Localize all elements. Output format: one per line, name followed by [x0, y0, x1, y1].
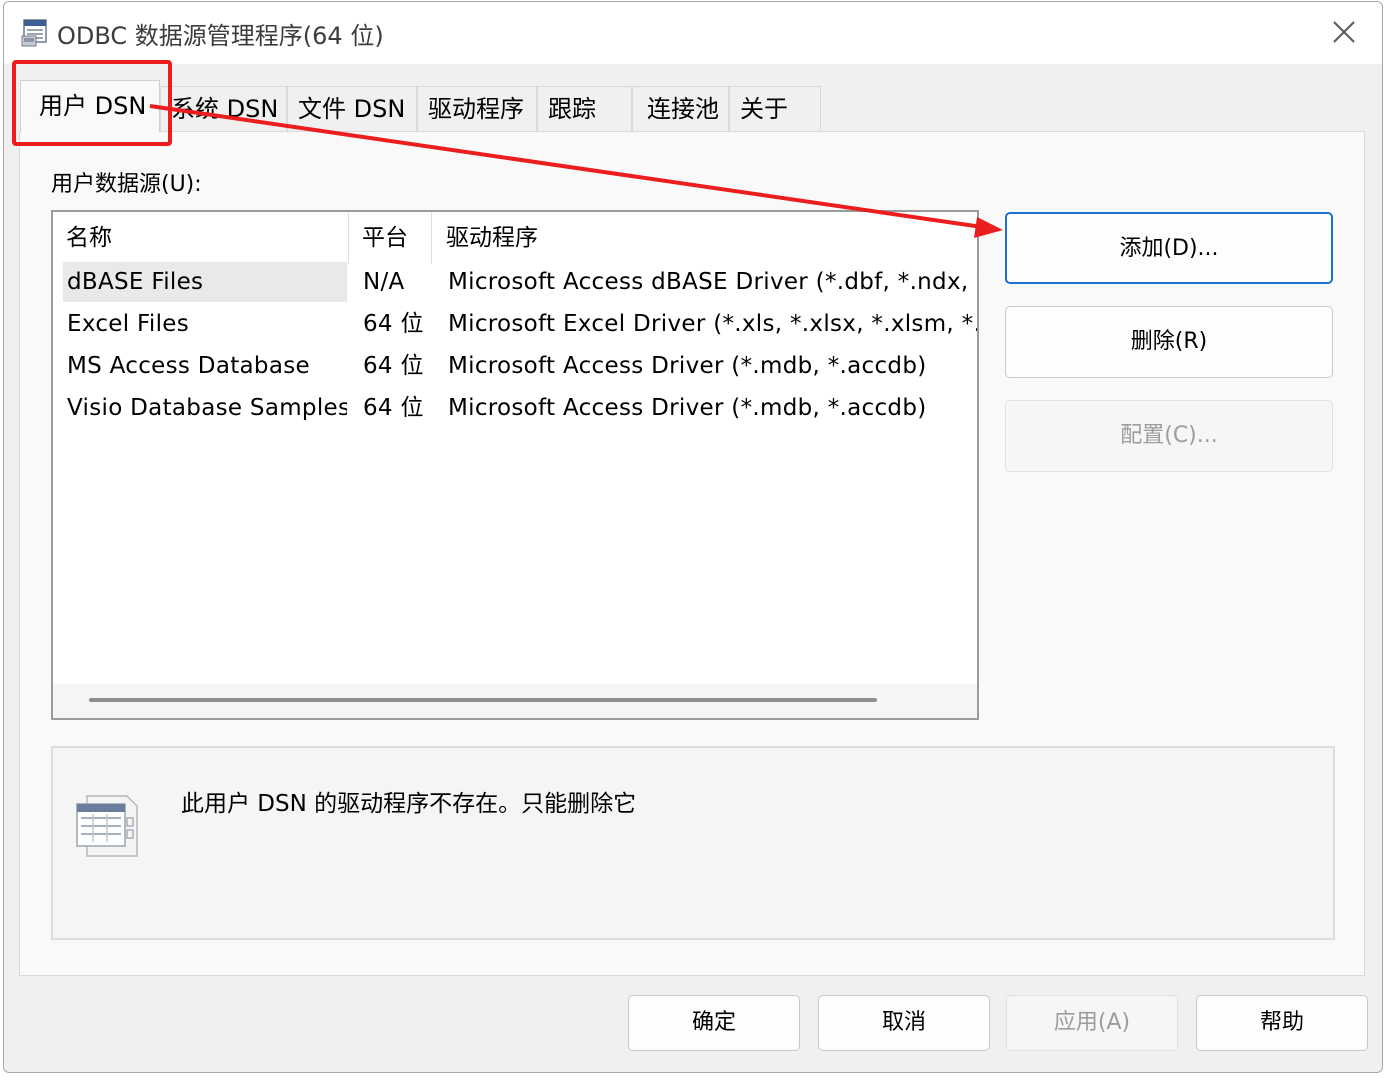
column-header-name[interactable]: 名称 [53, 212, 348, 264]
add-button[interactable]: 添加(D)... [1005, 212, 1333, 284]
configure-button[interactable]: 配置(C)... [1005, 400, 1333, 472]
row-name: Visio Database Samples [67, 395, 347, 421]
list-header: 名称 平台 驱动程序 [53, 212, 977, 264]
row-platform: 64 位 [363, 395, 424, 421]
help-button[interactable]: 帮助 [1196, 995, 1368, 1051]
table-row[interactable]: Visio Database Samples 64 位 Microsoft Ac… [53, 388, 977, 428]
tab-strip: 用户 DSN 系统 DSN 文件 DSN 驱动程序 跟踪 连接池 关于 [4, 64, 1382, 132]
row-name: MS Access Database [67, 353, 310, 379]
user-datasource-label: 用户数据源(U): [51, 172, 202, 197]
odbc-dialog: ODBC 数据源管理程序(64 位) 用户 DSN 系统 DSN 文件 DSN … [3, 1, 1383, 1073]
remove-button[interactable]: 删除(R) [1005, 306, 1333, 378]
column-header-driver[interactable]: 驱动程序 [433, 212, 973, 264]
tab-panel-user-dsn: 用户数据源(U): 名称 平台 驱动程序 dBASE Files N/A Mic… [19, 131, 1365, 976]
row-name: dBASE Files [63, 262, 347, 302]
info-message: 此用户 DSN 的驱动程序不存在。只能删除它 [181, 791, 637, 817]
row-driver: Microsoft Excel Driver (*.xls, *.xlsx, *… [448, 311, 977, 337]
close-icon[interactable] [1328, 16, 1360, 48]
tab-drivers[interactable]: 驱动程序 [417, 86, 537, 131]
ok-button[interactable]: 确定 [628, 995, 800, 1051]
column-header-platform[interactable]: 平台 [349, 212, 431, 264]
tab-connection-pooling[interactable]: 连接池 [632, 86, 729, 131]
tab-tracing[interactable]: 跟踪 [537, 86, 632, 131]
scrollbar-thumb[interactable] [89, 698, 877, 702]
window-title: ODBC 数据源管理程序(64 位) [57, 22, 384, 50]
odbc-app-icon [21, 19, 47, 47]
row-name: Excel Files [67, 311, 190, 337]
row-platform: 64 位 [363, 353, 424, 379]
row-driver: Microsoft Access dBASE Driver (*.dbf, *.… [448, 269, 977, 295]
apply-button[interactable]: 应用(A) [1006, 995, 1178, 1051]
column-divider[interactable] [431, 212, 432, 264]
row-driver: Microsoft Access Driver (*.mdb, *.accdb) [448, 353, 927, 379]
datasource-icon [76, 795, 138, 857]
info-box: 此用户 DSN 的驱动程序不存在。只能删除它 [51, 746, 1335, 940]
row-platform: 64 位 [363, 311, 424, 337]
tab-about[interactable]: 关于 [729, 86, 821, 131]
table-row[interactable]: dBASE Files N/A Microsoft Access dBASE D… [53, 262, 977, 302]
tab-file-dsn[interactable]: 文件 DSN [287, 86, 417, 131]
horizontal-scrollbar[interactable] [53, 684, 977, 718]
title-bar: ODBC 数据源管理程序(64 位) [4, 2, 1382, 64]
row-driver: Microsoft Access Driver (*.mdb, *.accdb) [448, 395, 927, 421]
table-row[interactable]: MS Access Database 64 位 Microsoft Access… [53, 346, 977, 386]
datasource-list[interactable]: 名称 平台 驱动程序 dBASE Files N/A Microsoft Acc… [51, 210, 979, 720]
tab-user-dsn[interactable]: 用户 DSN [20, 80, 160, 132]
table-row[interactable]: Excel Files 64 位 Microsoft Excel Driver … [53, 304, 977, 344]
row-platform: N/A [363, 269, 405, 295]
cancel-button[interactable]: 取消 [818, 995, 990, 1051]
tab-system-dsn[interactable]: 系统 DSN [160, 86, 287, 131]
